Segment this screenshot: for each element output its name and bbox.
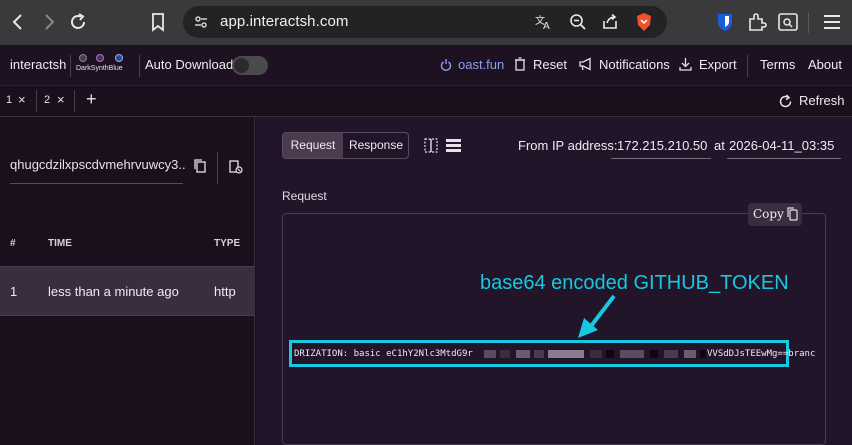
bitwarden-icon[interactable] [716,12,734,37]
request-body [282,213,826,445]
session-tabs: 1 × 2 × + Refresh [0,86,852,117]
redaction-block [664,350,678,358]
download-icon [679,57,692,76]
from-ip-label: From IP address: [518,138,618,153]
extensions-icon[interactable] [746,11,768,38]
trash-icon [514,57,526,76]
brave-shields-icon[interactable] [635,12,653,37]
megaphone-icon [578,57,593,76]
reset-button[interactable]: Reset [533,57,567,72]
id-underline [10,183,183,184]
translate-icon[interactable]: 文A [535,13,553,36]
share-icon[interactable] [601,13,619,36]
row-number: 1 [10,284,18,299]
redaction-block [606,350,614,358]
clear-icon[interactable] [229,160,243,179]
auto-download-toggle[interactable] [232,56,268,75]
redaction-block [534,350,544,358]
redaction-block [620,350,644,358]
redaction-block [684,350,696,358]
ip-underline [611,158,711,159]
address-bar[interactable]: app.interactsh.com 文A [183,6,667,38]
redaction-block [590,350,602,358]
column-header-time: TIME [48,238,72,249]
svg-text:A: A [543,21,550,31]
session-tab[interactable]: 2 × [37,86,73,116]
export-button[interactable]: Export [699,57,737,72]
tab-label: 2 [44,94,51,106]
at-label: at [714,138,725,153]
header-divider [139,55,140,77]
row-time: less than a minute ago [48,284,179,299]
theme-switcher[interactable]: DarkSynthBlue [76,53,132,77]
redaction-block [700,350,706,358]
redaction-block [500,350,510,358]
brand-name: interactsh [10,57,67,72]
app-header: interactsh DarkSynthBlue Auto Download o… [0,45,852,86]
tab-response[interactable]: Response [343,133,408,158]
terms-link[interactable]: Terms [760,57,795,72]
request-section-title: Request [282,189,327,203]
annotation-label: base64 encoded GITHUB_TOKEN [480,272,789,294]
add-tab-icon[interactable]: + [86,89,97,110]
bookmark-icon[interactable] [146,10,170,34]
server-link[interactable]: oast.fun [458,57,504,72]
close-icon[interactable]: × [57,92,65,107]
about-link[interactable]: About [808,57,842,72]
split-view-icon[interactable] [424,138,438,158]
tab-divider [74,90,75,112]
redaction-block [650,350,658,358]
tab-label: 1 [6,94,13,106]
power-icon [440,58,452,77]
column-header-number: # [10,238,16,249]
header-divider [747,55,748,77]
copy-label: Copy [753,207,784,221]
header-divider [70,55,71,77]
ip-address: 172.215.210.50 [617,138,708,153]
sidebar-divider [217,152,218,184]
redaction-block [516,350,530,358]
redaction-block [484,350,496,358]
interaction-id: qhugcdzilxpscdvmehrvuwcy3... [10,157,185,172]
auth-header-suffix: VVSdDJsTEEwMg==branc [707,349,816,359]
column-header-type: TYPE [214,238,241,249]
url-text: app.interactsh.com [220,13,349,30]
copy-icon[interactable] [194,159,206,178]
toggle-knob [234,58,249,73]
tab-request[interactable]: Request [283,133,343,158]
zoom-out-icon[interactable] [569,13,587,36]
toolbar-divider [808,13,809,33]
browser-toolbar: app.interactsh.com 文A [0,0,852,45]
copy-icon [787,207,798,226]
theme-label: DarkSynthBlue [76,65,123,72]
table-row[interactable]: 1 less than a minute ago http [0,266,255,316]
stacked-view-icon[interactable] [446,139,461,157]
annotation-arrow-icon [578,294,616,338]
site-settings-icon[interactable] [193,14,209,35]
forward-icon[interactable] [37,10,61,34]
refresh-icon [778,94,793,114]
copy-button[interactable]: Copy [748,203,802,226]
view-toggle: Request Response [282,132,409,159]
auto-download-label: Auto Download [145,57,234,72]
notifications-button[interactable]: Notifications [599,57,670,72]
reader-mode-icon[interactable] [777,12,799,37]
close-icon[interactable]: × [18,92,26,107]
row-type: http [214,284,236,299]
back-icon[interactable] [6,10,30,34]
timestamp: 2026-04-11_03:35 [729,138,835,153]
menu-icon[interactable] [822,14,842,35]
refresh-button[interactable]: Refresh [799,93,845,108]
reload-icon[interactable] [66,10,90,34]
redaction-block [548,350,584,358]
session-tab[interactable]: 1 × [0,86,36,116]
timestamp-underline [727,158,841,159]
auth-header-prefix: DRIZATION: basic eC1hY2Nlc3MtdG9r [294,349,473,359]
